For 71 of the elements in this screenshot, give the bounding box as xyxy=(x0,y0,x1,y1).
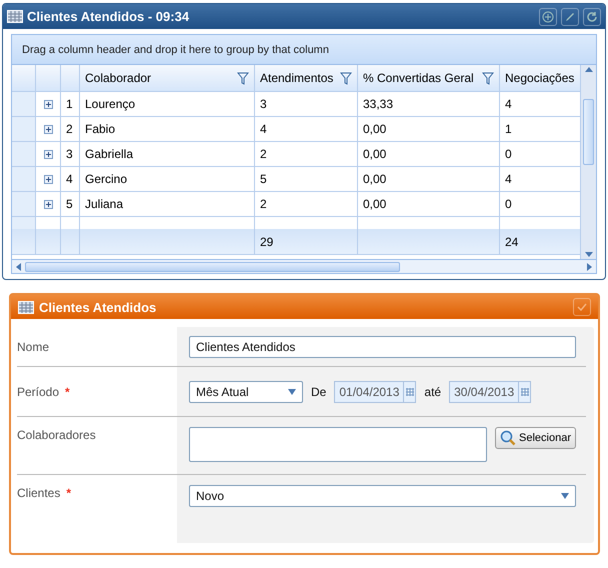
table-cell: 5 xyxy=(255,167,358,191)
calendar-icon[interactable] xyxy=(406,388,414,396)
caret-icon xyxy=(561,493,569,499)
scroll-left-icon[interactable] xyxy=(16,262,21,270)
row-number: 3 xyxy=(61,142,80,166)
column-header[interactable]: Colaborador xyxy=(80,65,255,91)
table-cell: 0,00 xyxy=(358,117,500,141)
column-header[interactable]: Atendimentos xyxy=(255,65,358,91)
column-header[interactable]: Negociações xyxy=(500,65,581,91)
start-date-field[interactable]: 01/04/2013 xyxy=(334,380,416,402)
required-mark: * xyxy=(66,486,72,500)
clients-select[interactable]: Novo xyxy=(189,485,576,507)
zoom-in-icon[interactable] xyxy=(539,8,557,26)
check-icon[interactable] xyxy=(573,298,591,316)
group-panel-hint: Drag a column header and drop it here to group by that column xyxy=(12,35,596,65)
total-value: 29 xyxy=(260,234,274,248)
table-cell: 2 xyxy=(255,142,358,166)
expand-icon[interactable] xyxy=(44,174,52,184)
filter-icon[interactable] xyxy=(340,72,352,84)
from-label: De xyxy=(311,384,326,398)
table-cell: Lourenço xyxy=(80,92,255,116)
table-cell: 0,00 xyxy=(358,142,500,166)
scroll-right-icon[interactable] xyxy=(587,262,592,270)
refresh-icon[interactable] xyxy=(583,8,601,26)
scrollbar-thumb[interactable] xyxy=(25,262,400,272)
end-date-field[interactable]: 30/04/2013 xyxy=(449,380,532,402)
expand-icon[interactable] xyxy=(44,100,52,108)
row-number: 2 xyxy=(61,117,80,141)
horizontal-scrollbar[interactable] xyxy=(12,259,596,273)
table-cell: 2 xyxy=(255,192,358,216)
field-label: Clientes xyxy=(17,486,60,500)
collaborators-field[interactable] xyxy=(189,427,488,462)
field-label: Colaboradores xyxy=(17,428,96,442)
table-cell: Gercino xyxy=(80,167,255,191)
total-value: 24 xyxy=(505,234,518,248)
required-mark: * xyxy=(65,384,70,398)
scrollbar-thumb[interactable] xyxy=(583,99,594,165)
vertical-scrollbar[interactable] xyxy=(580,65,596,259)
table-cell: Juliana xyxy=(80,192,255,216)
search-icon xyxy=(500,430,516,446)
period-select[interactable]: Mês Atual xyxy=(189,380,303,402)
filter-icon[interactable] xyxy=(482,72,494,84)
edit-icon[interactable] xyxy=(561,8,579,26)
filter-icon[interactable] xyxy=(237,72,249,84)
expand-icon[interactable] xyxy=(44,200,52,208)
table-cell: 0,00 xyxy=(358,167,500,191)
table-cell: 0,00 xyxy=(358,192,500,216)
table-cell: 33,33 xyxy=(358,92,500,116)
select-button[interactable]: Selecionar xyxy=(495,427,576,449)
row-number: 5 xyxy=(61,192,80,216)
row-number: 4 xyxy=(61,167,80,191)
row-number: 1 xyxy=(61,92,80,116)
scroll-down-icon[interactable] xyxy=(584,252,592,257)
form-title: Clientes Atendidos xyxy=(39,300,158,314)
table-cell: 3 xyxy=(255,92,358,116)
name-field[interactable]: Clientes Atendidos xyxy=(189,336,576,358)
field-label: Nome xyxy=(17,340,50,354)
column-header[interactable]: % Convertidas Geral xyxy=(358,65,500,91)
scroll-up-icon[interactable] xyxy=(584,67,592,72)
caret-icon xyxy=(288,388,296,394)
table-cell: Gabriella xyxy=(80,142,255,166)
window-title: Clientes Atendidos - 09:34 xyxy=(27,9,190,24)
to-label: até xyxy=(424,384,442,398)
table-cell: 4 xyxy=(255,117,358,141)
field-label: Período xyxy=(17,384,60,398)
grid-icon xyxy=(7,10,23,23)
table-cell: Fabio xyxy=(80,117,255,141)
calendar-icon[interactable] xyxy=(520,388,529,396)
grid-icon xyxy=(18,300,34,314)
expand-icon[interactable] xyxy=(44,124,52,134)
expand-icon[interactable] xyxy=(44,150,52,158)
